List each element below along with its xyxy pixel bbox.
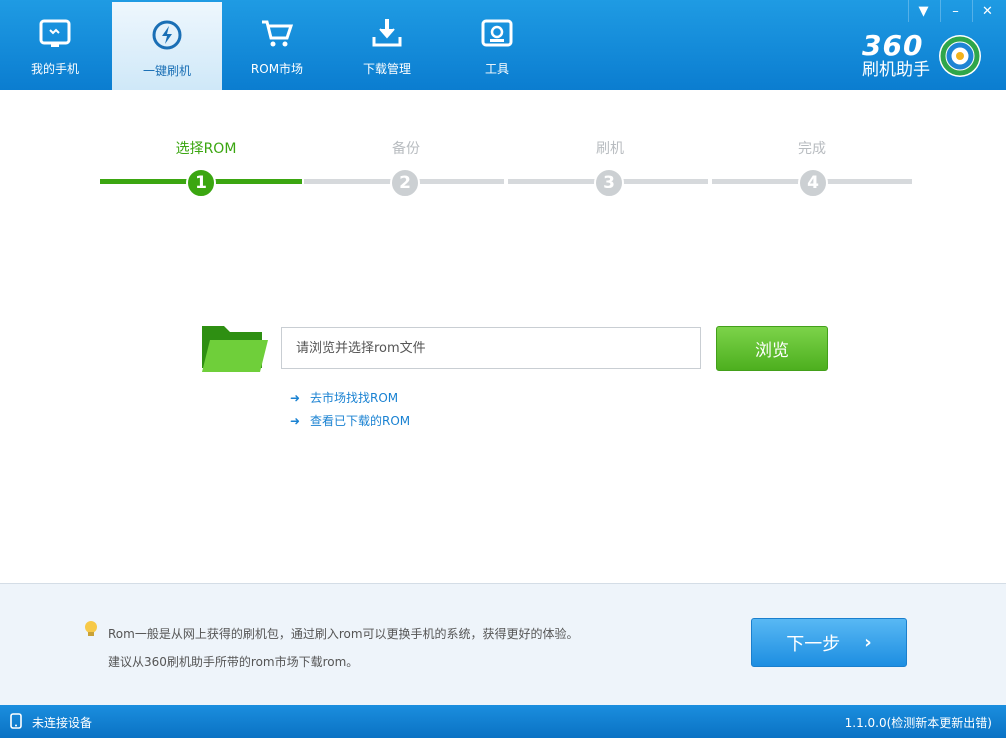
next-step-label: 下一步 [786, 633, 841, 655]
rom-links: ➜ 去市场找找ROM ➜ 查看已下载的ROM [290, 386, 410, 432]
step-label-flash: 刷机 [596, 141, 624, 157]
next-step-button[interactable]: 下一步 › [751, 618, 907, 667]
tip-line-1: Rom一般是从网上获得的刷机包，通过刷入rom可以更换手机的系统，获得更好的体验… [108, 627, 579, 641]
chevron-right-icon: › [864, 632, 872, 653]
main-tabs: 我的手机 一键刷机 ROM市场 下载管理 工具 [0, 0, 552, 90]
tab-label: ROM市场 [250, 62, 304, 76]
download-icon [369, 16, 405, 50]
browse-button[interactable]: 浏览 [716, 326, 828, 371]
tab-download-manager[interactable]: 下载管理 [332, 0, 442, 90]
tab-one-click-flash[interactable]: 一键刷机 [112, 2, 222, 90]
link-go-market[interactable]: ➜ 去市场找找ROM [290, 386, 410, 409]
tab-tools[interactable]: 工具 [442, 0, 552, 90]
step-label-backup: 备份 [392, 141, 420, 157]
status-bar: 未连接设备 1.1.0.0(检测新本更新出错) [0, 705, 1006, 738]
tab-label: 我的手机 [30, 62, 79, 76]
logo-ring-icon [939, 35, 981, 77]
step-label-select-rom: 选择ROM [175, 141, 237, 157]
device-status: 未连接设备 [32, 716, 93, 730]
step-label-done: 完成 [798, 141, 826, 157]
arrow-right-icon: ➜ [290, 390, 301, 405]
minimize-button[interactable]: – [940, 0, 970, 22]
top-bar: 我的手机 一键刷机 ROM市场 下载管理 工具 ▼ – ✕ 360 刷机助手 [0, 0, 1006, 90]
cart-icon [259, 16, 295, 50]
tab-rom-market[interactable]: ROM市场 [222, 0, 332, 90]
device-icon [10, 713, 22, 732]
bottom-panel: Rom一般是从网上获得的刷机包，通过刷入rom可以更换手机的系统，获得更好的体验… [0, 583, 1006, 705]
tab-label: 下载管理 [362, 62, 411, 76]
window-controls: ▼ – ✕ [908, 0, 1002, 22]
step-circle-4: 4 [798, 168, 828, 198]
arrow-right-icon: ➜ [290, 413, 301, 428]
toolbox-icon [479, 16, 515, 50]
flash-icon [149, 18, 185, 52]
close-button[interactable]: ✕ [972, 0, 1002, 22]
app-logo: 360 刷机助手 [862, 30, 984, 82]
tab-label: 一键刷机 [142, 64, 191, 78]
folder-icon [200, 320, 268, 378]
tip-line-2: 建议从360刷机助手所带的rom市场下载rom。 [108, 655, 359, 669]
link-label: 查看已下载的ROM [310, 414, 411, 428]
menu-dropdown-button[interactable]: ▼ [908, 0, 938, 22]
phone-icon [37, 16, 73, 50]
rom-file-input[interactable] [281, 327, 701, 369]
step-circle-1: 1 [186, 168, 216, 198]
tab-label: 工具 [484, 62, 509, 76]
link-label: 去市场找找ROM [310, 391, 399, 405]
step-progress: 选择ROM 备份 刷机 完成 1 2 3 4 [100, 132, 912, 202]
link-view-downloaded[interactable]: ➜ 查看已下载的ROM [290, 409, 410, 432]
step-circle-3: 3 [594, 168, 624, 198]
tip-text: Rom一般是从网上获得的刷机包，通过刷入rom可以更换手机的系统，获得更好的体验… [84, 620, 579, 676]
lightbulb-icon [84, 620, 108, 648]
logo-number: 360 [862, 29, 924, 62]
version-status[interactable]: 1.1.0.0(检测新本更新出错) [845, 714, 992, 731]
logo-name: 刷机助手 [862, 60, 930, 80]
tab-my-phone[interactable]: 我的手机 [0, 0, 110, 90]
step-circle-2: 2 [390, 168, 420, 198]
